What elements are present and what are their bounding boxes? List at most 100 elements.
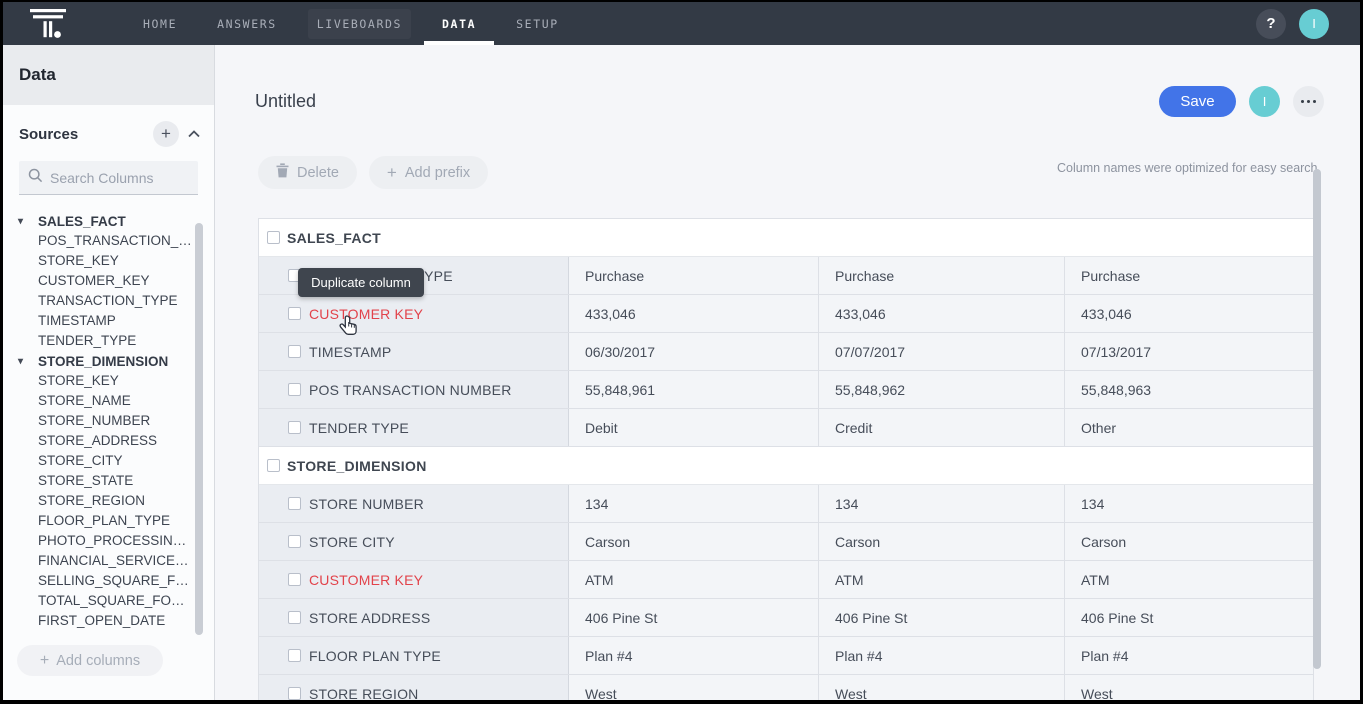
add-prefix-button[interactable]: + Add prefix <box>369 156 488 189</box>
tree-column-customer-key[interactable]: CUSTOMER_KEY <box>18 271 214 291</box>
tree-table-sales-fact[interactable]: ▾SALES_FACT <box>18 211 214 231</box>
optimized-note: Column names were optimized for easy sea… <box>1057 161 1321 175</box>
column-name-label: STORE REGION <box>309 686 419 701</box>
row-checkbox[interactable] <box>288 649 301 662</box>
main-panel: Untitled Save I Delete + Add pr <box>215 45 1360 700</box>
add-prefix-label: Add prefix <box>405 165 470 181</box>
column-name-cell[interactable]: STORE ADDRESS <box>259 599 569 636</box>
table-row-customer-key: CUSTOMER KEYATMATMATM <box>259 561 1313 599</box>
delete-label: Delete <box>297 165 339 181</box>
row-checkbox[interactable] <box>288 307 301 320</box>
tree-column-financial-service[interactable]: FINANCIAL_SERVICE… <box>18 551 214 571</box>
tree-column-store-region[interactable]: STORE_REGION <box>18 491 214 511</box>
nav-tab-answers[interactable]: ANSWERS <box>217 2 277 45</box>
add-source-button[interactable]: + <box>153 121 179 147</box>
app-window: HOME ANSWERS LIVEBOARDS DATA SETUP ? I Data … <box>0 0 1363 704</box>
column-name-cell[interactable]: CUSTOMER KEY <box>259 295 569 332</box>
tree-column-tender-type[interactable]: TENDER_TYPE <box>18 331 214 351</box>
sample-value-cell: ATM <box>819 561 1065 598</box>
sidebar-scrollbar[interactable] <box>195 223 203 635</box>
row-checkbox[interactable] <box>288 687 301 700</box>
search-columns-input[interactable] <box>50 170 180 186</box>
sample-value-cell: Purchase <box>1065 257 1313 294</box>
sample-value-cell: West <box>569 675 819 700</box>
user-avatar[interactable]: I <box>1299 9 1329 39</box>
sample-value-cell: ATM <box>569 561 819 598</box>
row-checkbox[interactable] <box>288 421 301 434</box>
thoughtspot-logo-icon[interactable] <box>30 8 67 39</box>
tree-column-total-square-fo[interactable]: TOTAL_SQUARE_FO… <box>18 591 214 611</box>
row-checkbox[interactable] <box>288 383 301 396</box>
tree-column-pos-transaction[interactable]: POS_TRANSACTION_… <box>18 231 214 251</box>
column-name-label: STORE ADDRESS <box>309 610 430 626</box>
search-icon <box>28 168 43 188</box>
table-section-store-dimension: STORE_DIMENSION <box>259 447 1313 485</box>
table-scrollbar[interactable] <box>1313 169 1321 669</box>
tree-column-floor-plan-type[interactable]: FLOOR_PLAN_TYPE <box>18 511 214 531</box>
tree-column-first-open-date[interactable]: FIRST_OPEN_DATE <box>18 611 214 631</box>
column-name-cell[interactable]: STORE CITY <box>259 523 569 560</box>
sample-value-cell: 07/07/2017 <box>819 333 1065 370</box>
plus-icon: + <box>387 163 397 183</box>
page-title[interactable]: Untitled <box>255 91 316 112</box>
sample-value-cell: Plan #4 <box>1065 637 1313 674</box>
column-name-cell[interactable]: TIMESTAMP <box>259 333 569 370</box>
table-row-store-region: STORE REGIONWestWestWest <box>259 675 1313 700</box>
nav-tab-setup[interactable]: SETUP <box>516 2 559 45</box>
section-checkbox[interactable] <box>267 231 280 244</box>
sample-value-cell: 55,848,962 <box>819 371 1065 408</box>
column-name-label: POS TRANSACTION NUMBER <box>309 382 512 398</box>
caret-down-icon: ▾ <box>18 356 38 367</box>
table-row-store-address: STORE ADDRESS406 Pine St406 Pine St406 P… <box>259 599 1313 637</box>
more-options-button[interactable] <box>1293 86 1324 117</box>
column-name-cell[interactable]: CUSTOMER KEY <box>259 561 569 598</box>
row-checkbox[interactable] <box>288 497 301 510</box>
column-name-cell[interactable]: STORE NUMBER <box>259 485 569 522</box>
row-checkbox[interactable] <box>288 573 301 586</box>
data-sidebar: Data Sources + ▾SALES_FACTPOS_TRANSACTIO… <box>3 45 215 700</box>
tree-column-timestamp[interactable]: TIMESTAMP <box>18 311 214 331</box>
tree-column-store-state[interactable]: STORE_STATE <box>18 471 214 491</box>
help-button[interactable]: ? <box>1256 9 1286 39</box>
trash-icon <box>276 163 289 182</box>
section-checkbox[interactable] <box>267 459 280 472</box>
table-row-customer-key: CUSTOMER KEY433,046433,046433,046 <box>259 295 1313 333</box>
top-nav: HOME ANSWERS LIVEBOARDS DATA SETUP ? I <box>3 2 1360 45</box>
tree-column-photo-processin[interactable]: PHOTO_PROCESSIN… <box>18 531 214 551</box>
sources-label: Sources <box>19 126 78 143</box>
chevron-up-icon[interactable] <box>188 130 200 138</box>
sample-value-cell: 134 <box>569 485 819 522</box>
nav-tab-data[interactable]: DATA <box>442 2 476 45</box>
tree-column-store-name[interactable]: STORE_NAME <box>18 391 214 411</box>
tree-column-store-key[interactable]: STORE_KEY <box>18 371 214 391</box>
tree-column-selling-square-f[interactable]: SELLING_SQUARE_F… <box>18 571 214 591</box>
sample-value-cell: Plan #4 <box>819 637 1065 674</box>
tree-column-store-city[interactable]: STORE_CITY <box>18 451 214 471</box>
column-name-label: STORE CITY <box>309 534 395 550</box>
tree-table-store-dimension[interactable]: ▾STORE_DIMENSION <box>18 351 214 371</box>
add-columns-label: Add columns <box>56 653 140 669</box>
tree-column-transaction-type[interactable]: TRANSACTION_TYPE <box>18 291 214 311</box>
column-name-cell[interactable]: TENDER TYPE <box>259 409 569 446</box>
sidebar-title: Data <box>3 45 214 105</box>
delete-button[interactable]: Delete <box>258 156 357 189</box>
tree-column-store-key[interactable]: STORE_KEY <box>18 251 214 271</box>
row-checkbox[interactable] <box>288 345 301 358</box>
save-button[interactable]: Save <box>1159 86 1236 117</box>
sample-value-cell: Carson <box>819 523 1065 560</box>
tree-column-store-address[interactable]: STORE_ADDRESS <box>18 431 214 451</box>
plus-icon: + <box>40 652 49 670</box>
sample-value-cell: 406 Pine St <box>819 599 1065 636</box>
column-name-cell[interactable]: STORE REGION <box>259 675 569 700</box>
sample-value-cell: 406 Pine St <box>1065 599 1313 636</box>
column-name-cell[interactable]: FLOOR PLAN TYPE <box>259 637 569 674</box>
tree-column-store-number[interactable]: STORE_NUMBER <box>18 411 214 431</box>
nav-tab-liveboards[interactable]: LIVEBOARDS <box>308 9 411 39</box>
row-checkbox[interactable] <box>288 611 301 624</box>
add-columns-button[interactable]: + Add columns <box>17 645 163 676</box>
author-avatar[interactable]: I <box>1249 86 1280 117</box>
row-checkbox[interactable] <box>288 535 301 548</box>
nav-tab-home[interactable]: HOME <box>143 2 177 45</box>
column-name-cell[interactable]: POS TRANSACTION NUMBER <box>259 371 569 408</box>
sample-value-cell: Carson <box>1065 523 1313 560</box>
